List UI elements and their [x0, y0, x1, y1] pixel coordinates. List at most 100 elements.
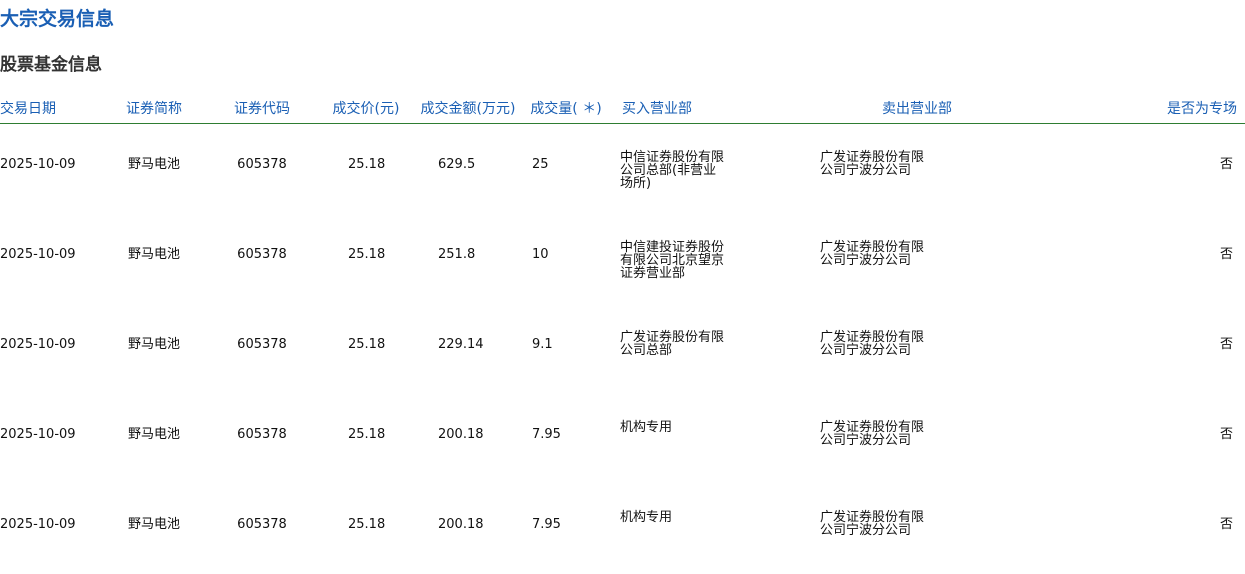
- cell-amount: 200.18: [416, 484, 520, 574]
- cell-price: 25.18: [316, 484, 416, 574]
- cell-buyer-branch: 中信证券股份有限公司总部(非营业场所): [612, 124, 812, 215]
- table-body: 2025-10-09 野马电池 605378 25.18 629.5 25 中信…: [0, 124, 1245, 574]
- cell-buyer-text: 中信证券股份有限公司总部(非营业场所): [620, 150, 725, 191]
- cell-price-text: 25.18: [348, 517, 386, 532]
- table-row: 2025-10-09 野马电池 605378 25.18 251.8 10 中信…: [0, 214, 1245, 304]
- cell-volume-text: 25: [532, 157, 549, 172]
- cell-seller-text: 广发证券股份有限公司宁波分公司: [820, 240, 925, 268]
- cell-special-text: 否: [1219, 337, 1233, 352]
- cell-name-text: 野马电池: [127, 337, 180, 352]
- cell-volume: 7.95: [520, 484, 612, 574]
- header-special-session[interactable]: 是否为专场: [1062, 92, 1245, 124]
- cell-special-session: 否: [1062, 124, 1245, 215]
- cell-seller-text: 广发证券股份有限公司宁波分公司: [820, 330, 925, 358]
- cell-name-text: 野马电池: [127, 427, 180, 442]
- cell-seller-text: 广发证券股份有限公司宁波分公司: [820, 510, 925, 538]
- cell-security-name: 野马电池: [100, 304, 208, 394]
- cell-name-text: 野马电池: [127, 247, 180, 262]
- block-trade-table: 交易日期 证券简称 证券代码 成交价(元) 成交金额(万元) 成交量( ＊) 买…: [0, 92, 1245, 574]
- cell-amount-text: 200.18: [438, 517, 484, 532]
- cell-amount: 229.14: [416, 304, 520, 394]
- cell-buyer-text: 中信建投证券股份有限公司北京望京证券营业部: [620, 240, 725, 281]
- cell-date-text: 2025-10-09: [0, 157, 76, 172]
- cell-price: 25.18: [316, 304, 416, 394]
- table-row: 2025-10-09 野马电池 605378 25.18 200.18 7.95…: [0, 484, 1245, 574]
- cell-price-text: 25.18: [348, 247, 386, 262]
- cell-security-name: 野马电池: [100, 394, 208, 484]
- cell-price-text: 25.18: [348, 157, 386, 172]
- cell-amount-text: 229.14: [438, 337, 484, 352]
- cell-volume: 7.95: [520, 394, 612, 484]
- cell-security-code: 605378: [208, 484, 316, 574]
- cell-special-session: 否: [1062, 304, 1245, 394]
- header-security-code[interactable]: 证券代码: [208, 92, 316, 124]
- cell-seller-text: 广发证券股份有限公司宁波分公司: [820, 150, 925, 178]
- section-title: 股票基金信息: [0, 55, 102, 75]
- cell-volume: 10: [520, 214, 612, 304]
- cell-price: 25.18: [316, 394, 416, 484]
- cell-name-text: 野马电池: [127, 157, 180, 172]
- cell-price: 25.18: [316, 214, 416, 304]
- cell-name-text: 野马电池: [127, 517, 180, 532]
- cell-buyer-branch: 广发证券股份有限公司总部: [612, 304, 812, 394]
- cell-volume-text: 9.1: [532, 337, 553, 352]
- cell-amount: 200.18: [416, 394, 520, 484]
- page-title: 大宗交易信息: [0, 8, 115, 30]
- cell-amount-text: 200.18: [438, 427, 484, 442]
- cell-code-text: 605378: [237, 517, 287, 532]
- cell-buyer-branch: 机构专用: [612, 484, 812, 574]
- cell-trade-date: 2025-10-09: [0, 214, 100, 304]
- cell-code-text: 605378: [237, 247, 287, 262]
- cell-price-text: 25.18: [348, 427, 386, 442]
- cell-seller-branch: 广发证券股份有限公司宁波分公司: [812, 484, 1062, 574]
- cell-special-text: 否: [1219, 247, 1233, 262]
- cell-security-code: 605378: [208, 304, 316, 394]
- cell-special-text: 否: [1219, 517, 1233, 532]
- cell-security-code: 605378: [208, 394, 316, 484]
- header-volume[interactable]: 成交量( ＊): [520, 92, 612, 124]
- cell-amount: 251.8: [416, 214, 520, 304]
- header-security-name[interactable]: 证券简称: [100, 92, 208, 124]
- cell-trade-date: 2025-10-09: [0, 304, 100, 394]
- cell-security-code: 605378: [208, 214, 316, 304]
- cell-special-text: 否: [1219, 427, 1233, 442]
- cell-volume: 9.1: [520, 304, 612, 394]
- cell-security-name: 野马电池: [100, 484, 208, 574]
- cell-amount-text: 251.8: [438, 247, 476, 262]
- cell-trade-date: 2025-10-09: [0, 484, 100, 574]
- table-row: 2025-10-09 野马电池 605378 25.18 229.14 9.1 …: [0, 304, 1245, 394]
- cell-seller-branch: 广发证券股份有限公司宁波分公司: [812, 124, 1062, 215]
- cell-amount: 629.5: [416, 124, 520, 215]
- cell-date-text: 2025-10-09: [0, 427, 76, 442]
- cell-seller-branch: 广发证券股份有限公司宁波分公司: [812, 394, 1062, 484]
- cell-buyer-branch: 机构专用: [612, 394, 812, 484]
- cell-buyer-text: 机构专用: [620, 510, 673, 525]
- cell-code-text: 605378: [237, 157, 287, 172]
- header-buyer-branch[interactable]: 买入营业部: [612, 92, 812, 124]
- cell-code-text: 605378: [237, 427, 287, 442]
- cell-date-text: 2025-10-09: [0, 247, 76, 262]
- cell-date-text: 2025-10-09: [0, 517, 76, 532]
- header-seller-branch[interactable]: 卖出营业部: [812, 92, 1062, 124]
- cell-price-text: 25.18: [348, 337, 386, 352]
- cell-buyer-text: 机构专用: [620, 420, 673, 435]
- cell-volume-text: 7.95: [532, 427, 561, 442]
- table-header: 交易日期 证券简称 证券代码 成交价(元) 成交金额(万元) 成交量( ＊) 买…: [0, 92, 1245, 124]
- page-root: 大宗交易信息 股票基金信息 交易日期 证券简称 证券代码 成交价(元) 成交金额…: [0, 0, 1245, 574]
- cell-amount-text: 629.5: [438, 157, 476, 172]
- table-row: 2025-10-09 野马电池 605378 25.18 629.5 25 中信…: [0, 124, 1245, 215]
- cell-security-code: 605378: [208, 124, 316, 215]
- table-row: 2025-10-09 野马电池 605378 25.18 200.18 7.95…: [0, 394, 1245, 484]
- cell-trade-date: 2025-10-09: [0, 394, 100, 484]
- header-trade-date[interactable]: 交易日期: [0, 92, 100, 124]
- header-price[interactable]: 成交价(元): [316, 92, 416, 124]
- cell-buyer-branch: 中信建投证券股份有限公司北京望京证券营业部: [612, 214, 812, 304]
- cell-date-text: 2025-10-09: [0, 337, 76, 352]
- cell-security-name: 野马电池: [100, 214, 208, 304]
- table-header-row: 交易日期 证券简称 证券代码 成交价(元) 成交金额(万元) 成交量( ＊) 买…: [0, 92, 1245, 124]
- cell-seller-text: 广发证券股份有限公司宁波分公司: [820, 420, 925, 448]
- cell-volume-text: 10: [532, 247, 549, 262]
- cell-volume-text: 7.95: [532, 517, 561, 532]
- cell-code-text: 605378: [237, 337, 287, 352]
- header-amount[interactable]: 成交金额(万元): [416, 92, 520, 124]
